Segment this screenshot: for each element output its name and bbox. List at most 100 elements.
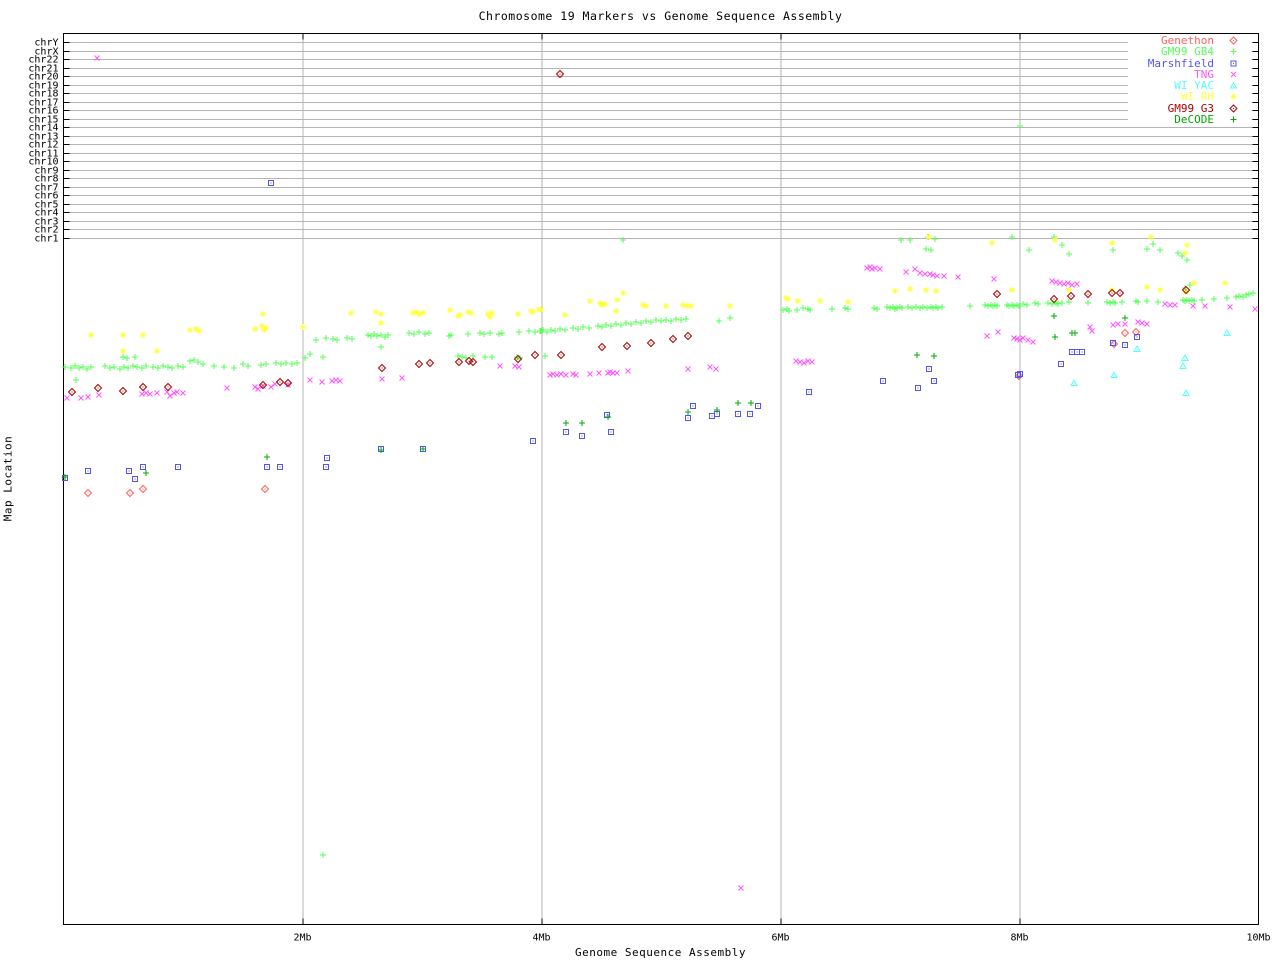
data-point-gm99-gb4 [1026, 247, 1032, 253]
data-point-marshfield [915, 385, 921, 391]
data-point-decode [931, 353, 937, 359]
data-point-marshfield [126, 468, 132, 474]
data-point-gm99-gb4 [928, 247, 934, 253]
data-point-genethon [125, 488, 135, 498]
data-point-decode [579, 420, 585, 426]
data-point-tng [625, 368, 631, 374]
data-point-marshfield [926, 366, 932, 372]
legend-marker-decode-icon [1230, 116, 1237, 123]
data-point-wi-rh [196, 328, 202, 334]
data-point-wi-rh [1157, 287, 1163, 293]
data-point-wi-rh [140, 332, 146, 338]
data-point-gm99-gb4 [134, 364, 140, 370]
data-point-wi-rh [468, 310, 474, 316]
series-gm99-gb4 [62, 123, 1256, 858]
data-point-wi-yac [1181, 353, 1189, 361]
data-point-tng [984, 333, 990, 339]
data-point-gm99-gb4 [1024, 302, 1030, 308]
data-point-wi-rh [1222, 280, 1228, 286]
data-point-gm99-gb4 [496, 331, 502, 337]
data-point-tng [558, 371, 564, 377]
data-point-tng [1162, 301, 1168, 307]
data-point-wi-rh [602, 301, 608, 307]
data-point-gm99-gb4 [487, 330, 493, 336]
data-point-gm99-gb4 [187, 358, 193, 364]
data-point-gm99-gb4 [658, 318, 664, 324]
data-point-wi-rh [420, 310, 426, 316]
data-point-tng [1190, 303, 1196, 309]
data-point-gm99-gb4 [874, 306, 880, 312]
data-point-decode [605, 414, 611, 420]
data-point-genethon [83, 488, 93, 498]
data-point-genethon [1120, 328, 1130, 338]
data-point-gm99-gb4 [263, 361, 269, 367]
legend-label-marshfield: Marshfield [1147, 56, 1214, 70]
data-point-gm99-gb4 [73, 377, 79, 383]
data-point-gm99-gb4 [1211, 296, 1217, 302]
data-point-gm99-g3 [1066, 291, 1076, 301]
data-point-wi-rh [1191, 280, 1197, 286]
legend-label-decode: DeCODE [1174, 112, 1214, 126]
data-point-wi-rh [416, 311, 422, 317]
data-point-tng [64, 395, 70, 401]
data-point-gm99-gb4 [532, 329, 538, 335]
data-point-gm99-gb4 [1144, 246, 1150, 252]
data-point-tng [379, 376, 385, 382]
data-point-gm99-gb4 [481, 331, 487, 337]
data-point-gm99-gb4 [1119, 299, 1125, 305]
data-point-tng [912, 266, 918, 272]
data-point-gm99-g3 [992, 289, 1002, 299]
data-point-gm99-gb4 [1066, 251, 1072, 257]
series-decode [62, 313, 1128, 480]
data-point-gm99-gb4 [323, 335, 329, 341]
data-point-marshfield [685, 415, 691, 421]
data-point-gm99-gb4 [727, 315, 733, 321]
data-point-gm99-gb4 [1104, 299, 1110, 305]
data-point-wi-rh [727, 303, 733, 309]
data-point-decode [1051, 313, 1057, 319]
data-point-tng [991, 276, 997, 282]
data-point-tng [167, 393, 173, 399]
data-point-gm99-gb4 [1045, 300, 1051, 306]
data-point-wi-rh [300, 324, 306, 330]
data-point-genethon [1109, 339, 1119, 349]
data-point-gm99-g3 [1083, 289, 1093, 299]
data-point-gm99-g3 [414, 359, 424, 369]
data-point-decode [264, 454, 270, 460]
data-point-tng [1115, 321, 1121, 327]
data-point-tng [512, 363, 518, 369]
data-point-tng [713, 366, 719, 372]
data-point-tng [554, 372, 560, 378]
data-point-gm99-gb4 [499, 330, 505, 336]
x-tick-label: 6Mb [771, 933, 789, 944]
data-point-marshfield [806, 389, 812, 395]
data-point-tng [96, 392, 102, 398]
data-point-gm99-gb4 [1085, 300, 1091, 306]
data-point-tng [941, 273, 947, 279]
data-point-tng [1122, 321, 1128, 327]
data-point-wi-yac [1223, 328, 1231, 336]
data-point-gm99-gb4 [924, 305, 930, 311]
data-point-gm99-gb4 [62, 364, 68, 370]
data-point-gm99-gb4 [1032, 300, 1038, 306]
data-point-gm99-gb4 [406, 330, 412, 336]
data-point-genethon [138, 484, 148, 494]
data-point-tng [995, 329, 1001, 335]
data-point-marshfield [579, 433, 585, 439]
series-wi-rh [88, 234, 1228, 354]
data-point-decode [685, 409, 691, 415]
data-point-marshfield [1122, 342, 1128, 348]
data-point-gm99-g3 [163, 382, 173, 392]
data-point-gm99-gb4 [422, 331, 428, 337]
data-point-gm99-gb4 [939, 304, 945, 310]
data-point-tng [516, 364, 522, 370]
data-point-gm99-gb4 [1250, 290, 1256, 296]
data-point-marshfield [1074, 349, 1080, 355]
data-point-tng [260, 383, 266, 389]
data-point-gm99-g3 [454, 357, 464, 367]
data-point-marshfield [530, 438, 536, 444]
data-point-gm99-g3 [138, 382, 148, 392]
data-point-decode [563, 420, 569, 426]
data-point-tng [154, 390, 160, 396]
data-point-gm99-gb4 [967, 303, 973, 309]
